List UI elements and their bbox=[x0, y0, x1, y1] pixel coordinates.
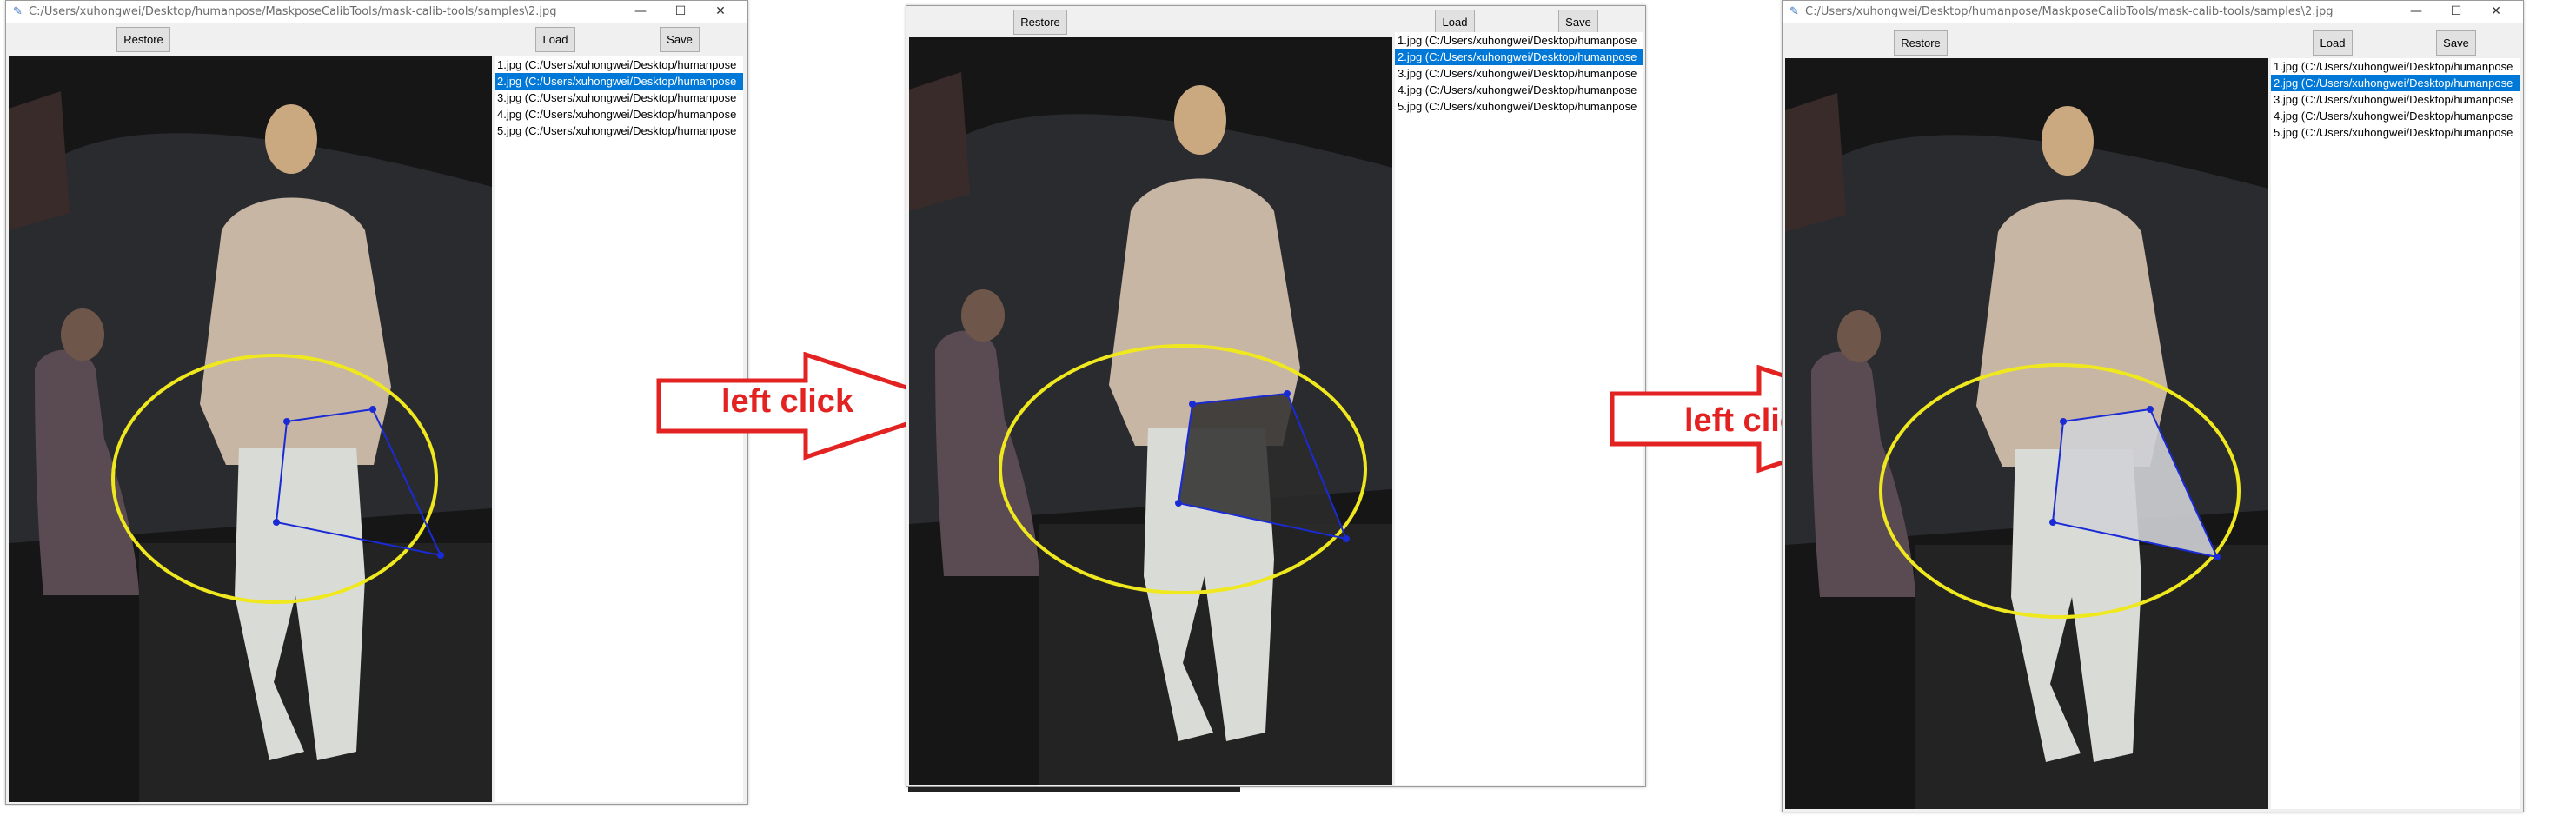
title-bar: ✎ C:/Users/xuhongwei/Desktop/humanpose/M… bbox=[6, 1, 747, 23]
background-wall bbox=[909, 72, 970, 211]
minimize-button[interactable]: — bbox=[2396, 1, 2436, 23]
window-title: C:/Users/xuhongwei/Desktop/humanpose/Mas… bbox=[29, 5, 557, 18]
list-item-selected[interactable]: 2.jpg (C:/Users/xuhongwei/Desktop/humanp… bbox=[1395, 49, 1643, 65]
canvas-drawing bbox=[909, 37, 1392, 785]
woman-jacket bbox=[200, 197, 391, 465]
restore-button[interactable]: Restore bbox=[116, 27, 170, 52]
list-item-selected[interactable]: 2.jpg (C:/Users/xuhongwei/Desktop/humanp… bbox=[495, 73, 743, 90]
child-head bbox=[61, 308, 104, 361]
list-item[interactable]: 3.jpg (C:/Users/xuhongwei/Desktop/humanp… bbox=[2271, 91, 2520, 108]
list-item[interactable]: 1.jpg (C:/Users/xuhongwei/Desktop/humanp… bbox=[2271, 58, 2520, 75]
child-head bbox=[961, 289, 1005, 342]
canvas-drawing bbox=[9, 56, 492, 802]
image-canvas[interactable] bbox=[1785, 58, 2268, 809]
background-wall bbox=[1785, 93, 1846, 232]
title-bar: ✎ C:/Users/xuhongwei/Desktop/humanpose/M… bbox=[1783, 1, 2523, 23]
list-item[interactable]: 3.jpg (C:/Users/xuhongwei/Desktop/humanp… bbox=[495, 90, 743, 106]
image-canvas[interactable] bbox=[909, 37, 1392, 785]
app-window-dragging: Restore Load Save 1.jpg (C:/Users/xuhong… bbox=[906, 5, 1646, 787]
load-button[interactable]: Load bbox=[2313, 30, 2353, 56]
window-title: C:/Users/xuhongwei/Desktop/humanpose/Mas… bbox=[1805, 5, 2334, 18]
list-item[interactable]: 4.jpg (C:/Users/xuhongwei/Desktop/humanp… bbox=[1395, 82, 1643, 98]
canvas-drawing bbox=[1785, 58, 2268, 809]
file-listbox[interactable]: 1.jpg (C:/Users/xuhongwei/Desktop/humanp… bbox=[1395, 32, 1643, 785]
list-item-selected[interactable]: 2.jpg (C:/Users/xuhongwei/Desktop/humanp… bbox=[2271, 75, 2520, 91]
list-item[interactable]: 5.jpg (C:/Users/xuhongwei/Desktop/humanp… bbox=[495, 123, 743, 139]
list-item[interactable]: 5.jpg (C:/Users/xuhongwei/Desktop/humanp… bbox=[2271, 124, 2520, 141]
restore-button[interactable]: Restore bbox=[1894, 30, 1948, 56]
close-button[interactable]: ✕ bbox=[2476, 1, 2516, 23]
list-item[interactable]: 3.jpg (C:/Users/xuhongwei/Desktop/humanp… bbox=[1395, 65, 1643, 82]
woman-head bbox=[2042, 106, 2094, 176]
image-canvas[interactable] bbox=[9, 56, 492, 802]
feather-icon: ✎ bbox=[13, 5, 23, 18]
background-wall bbox=[9, 91, 70, 230]
load-button[interactable]: Load bbox=[535, 27, 575, 52]
app-window-after: ✎ C:/Users/xuhongwei/Desktop/humanpose/M… bbox=[1782, 0, 2524, 812]
restore-button[interactable]: Restore bbox=[1013, 10, 1067, 35]
minimize-button[interactable]: — bbox=[621, 1, 661, 23]
load-button[interactable]: Load bbox=[1435, 10, 1475, 35]
woman-head bbox=[265, 104, 317, 174]
list-item[interactable]: 4.jpg (C:/Users/xuhongwei/Desktop/humanp… bbox=[495, 106, 743, 123]
file-listbox[interactable]: 1.jpg (C:/Users/xuhongwei/Desktop/humanp… bbox=[2271, 58, 2520, 809]
list-item[interactable]: 1.jpg (C:/Users/xuhongwei/Desktop/humanp… bbox=[1395, 32, 1643, 49]
app-window-before: ✎ C:/Users/xuhongwei/Desktop/humanpose/M… bbox=[5, 0, 748, 805]
list-item[interactable]: 1.jpg (C:/Users/xuhongwei/Desktop/humanp… bbox=[495, 56, 743, 73]
left-click-label: left click bbox=[721, 383, 854, 420]
maximize-button[interactable]: ☐ bbox=[661, 1, 700, 23]
save-button[interactable]: Save bbox=[2436, 30, 2476, 56]
feather-icon: ✎ bbox=[1789, 5, 1799, 18]
list-item[interactable]: 4.jpg (C:/Users/xuhongwei/Desktop/humanp… bbox=[2271, 108, 2520, 124]
close-button[interactable]: ✕ bbox=[700, 1, 740, 23]
list-item[interactable]: 5.jpg (C:/Users/xuhongwei/Desktop/humanp… bbox=[1395, 98, 1643, 115]
save-button[interactable]: Save bbox=[660, 27, 700, 52]
maximize-button[interactable]: ☐ bbox=[2436, 1, 2476, 23]
horizontal-scrollbar[interactable] bbox=[908, 787, 1240, 792]
woman-head bbox=[1174, 85, 1226, 155]
child-head bbox=[1837, 310, 1881, 362]
save-button[interactable]: Save bbox=[1558, 10, 1598, 35]
